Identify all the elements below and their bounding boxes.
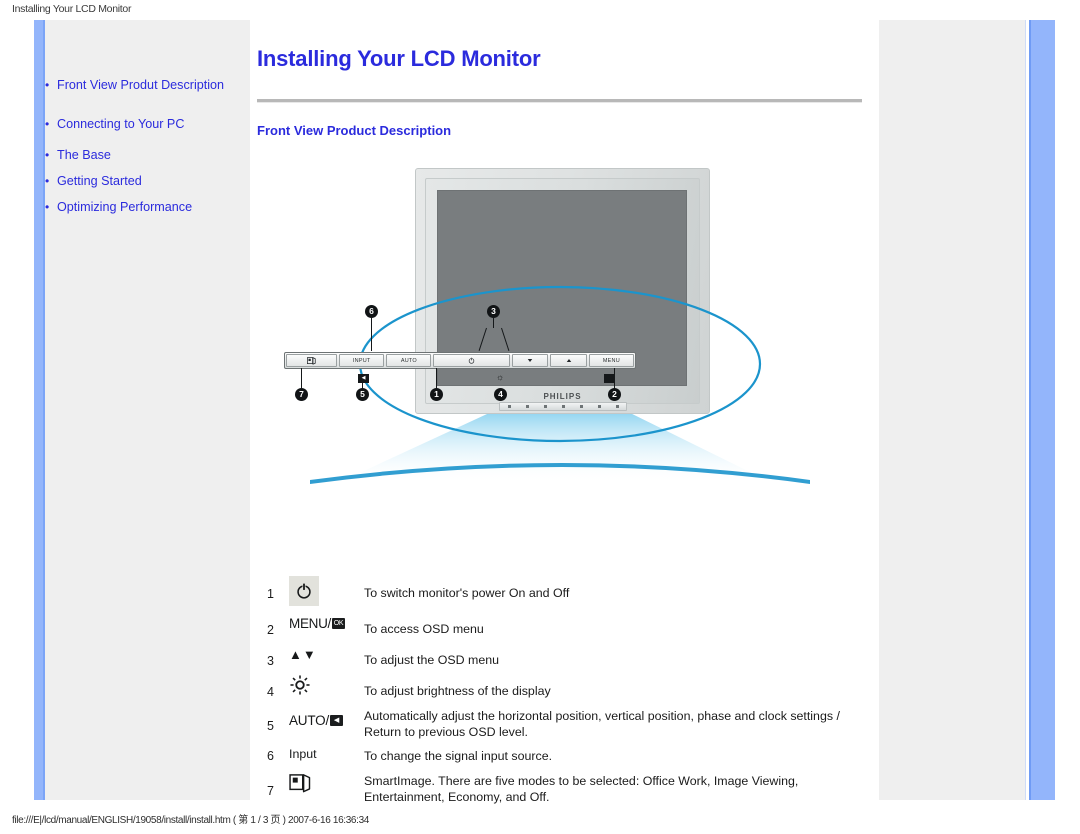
document-page: • Front View Produt Description • Connec…	[0, 20, 1080, 804]
front-view-figure: PHILIPS INPUT AUTO MENU ◀ ☼ 6 3 7 5 1 4 …	[250, 150, 878, 575]
description-row-6: 6 Input To change the signal input sourc…	[250, 746, 878, 764]
auto-text: AUTO/	[289, 713, 330, 728]
sidebar-item-the-base[interactable]: • The Base	[45, 148, 250, 163]
sidebar-accent-bar	[34, 20, 45, 800]
auto-back-icon: AUTO/ ◀	[274, 705, 364, 728]
panel-key-down[interactable]	[512, 354, 549, 367]
row-number: 1	[267, 587, 274, 601]
main-content: Installing Your LCD Monitor Front View P…	[250, 20, 878, 804]
arrow-down-icon	[527, 359, 533, 362]
button-description-list: 1 To switch monitor's power On and Off 2	[250, 576, 878, 811]
callout-number-1: 1	[430, 388, 443, 401]
up-down-arrows-icon: ▲▼	[274, 643, 364, 665]
print-header-title: Installing Your LCD Monitor	[12, 3, 132, 15]
sidebar-item-label: Optimizing Performance	[57, 200, 193, 214]
bullet-icon: •	[45, 78, 50, 92]
description-row-4: 4 To adjust brightness of the display	[250, 674, 878, 699]
magnified-control-panel: INPUT AUTO MENU	[284, 352, 636, 369]
menu-ok-icon-label: MENU/ OK	[289, 616, 345, 631]
leader-line-3	[493, 318, 494, 328]
brightness-glyph-icon: ☼	[496, 372, 505, 382]
sidebar: • Front View Produt Description • Connec…	[34, 20, 250, 800]
panel-key-power[interactable]	[433, 354, 511, 367]
horizontal-divider	[257, 99, 862, 103]
row-number: 2	[267, 623, 274, 637]
sidebar-item-getting-started[interactable]: • Getting Started	[45, 174, 250, 189]
panel-key-up[interactable]	[550, 354, 587, 367]
callout-number-5: 5	[356, 388, 369, 401]
row-description: Automatically adjust the horizontal posi…	[364, 709, 840, 739]
row-description: To adjust brightness of the display	[364, 684, 551, 698]
description-row-1: 1 To switch monitor's power On and Off	[250, 576, 878, 606]
panel-key-menu[interactable]: MENU	[588, 354, 634, 367]
brightness-sun-icon	[290, 675, 310, 695]
row-description: To change the signal input source.	[364, 749, 553, 763]
back-arrow-glyph-icon: ◀	[330, 715, 344, 726]
sidebar-item-label: Front View Produt Description	[57, 78, 225, 92]
sidebar-item-connecting-to-your-pc[interactable]: • Connecting to Your PC	[45, 117, 250, 132]
callout-number-4: 4	[494, 388, 507, 401]
description-row-7: 7 SmartImage. There are five modes to be…	[250, 770, 878, 805]
bullet-icon: •	[45, 117, 50, 131]
menu-text: MENU/	[289, 615, 331, 631]
callout-number-2: 2	[608, 388, 621, 401]
power-icon-box	[289, 576, 319, 606]
description-row-2: 2 MENU/ OK To access OSD menu	[250, 612, 878, 638]
panel-key-input[interactable]: INPUT	[339, 354, 385, 367]
description-row-3: 3 ▲▼ To adjust the OSD menu	[250, 643, 878, 669]
section-title: Front View Product Description	[257, 123, 452, 138]
sidebar-item-label: Connecting to Your PC	[57, 117, 185, 131]
input-label-icon: Input	[274, 746, 364, 762]
panel-key-auto[interactable]: AUTO	[386, 354, 432, 367]
callout-number-3: 3	[487, 305, 500, 318]
smartimage-symbol-icon	[289, 774, 311, 793]
sidebar-item-front-view-product-description[interactable]: • Front View Produt Description	[45, 78, 250, 93]
row-number: 7	[267, 784, 274, 798]
menu-ok-icon: MENU/ OK	[274, 612, 364, 634]
row-description: SmartImage. There are five modes to be s…	[364, 774, 799, 804]
row-number: 5	[267, 719, 274, 733]
power-icon	[274, 576, 364, 606]
callout-number-7: 7	[295, 388, 308, 401]
callout-number-6: 6	[365, 305, 378, 318]
description-row-5: 5 AUTO/ ◀ Automatically adjust the horiz…	[250, 705, 878, 740]
power-icon	[469, 357, 475, 364]
row-description: To adjust the OSD menu	[364, 653, 499, 667]
arrows-glyph: ▲▼	[289, 646, 317, 662]
leader-line-1	[436, 368, 437, 390]
sidebar-item-optimizing-performance[interactable]: • Optimizing Performance	[45, 200, 250, 215]
leader-line-6	[371, 317, 372, 351]
bullet-icon: •	[45, 174, 50, 188]
leader-line-7	[301, 368, 302, 390]
row-description: To access OSD menu	[364, 622, 484, 636]
bullet-icon: •	[45, 148, 50, 162]
right-accent-bar	[1029, 20, 1055, 800]
row-number: 3	[267, 654, 274, 668]
smartimage-icon	[274, 770, 364, 793]
row-number: 4	[267, 685, 274, 699]
page-title: Installing Your LCD Monitor	[257, 46, 541, 71]
smartimage-icon	[307, 356, 316, 365]
row-number: 6	[267, 749, 274, 763]
arrow-up-icon	[566, 359, 571, 362]
ok-glyph-icon: OK	[332, 617, 345, 629]
panel-key-smartimage[interactable]	[286, 354, 338, 367]
input-text: Input	[289, 747, 317, 761]
sidebar-nav-list: • Front View Produt Description • Connec…	[45, 78, 250, 215]
right-panel	[878, 20, 1026, 800]
print-footer: file:///E|/lcd/manual/ENGLISH/19058/inst…	[12, 815, 369, 826]
sidebar-item-label: Getting Started	[57, 174, 142, 188]
sidebar-item-label: The Base	[57, 148, 111, 162]
bullet-icon: •	[45, 200, 50, 214]
brightness-icon	[274, 674, 364, 696]
row-description: To switch monitor's power On and Off	[364, 586, 570, 600]
leader-line-2	[614, 368, 615, 390]
auto-back-glyph-icon: ◀	[358, 374, 369, 383]
power-symbol-icon	[297, 582, 311, 599]
auto-back-icon-label: AUTO/ ◀	[289, 713, 344, 728]
